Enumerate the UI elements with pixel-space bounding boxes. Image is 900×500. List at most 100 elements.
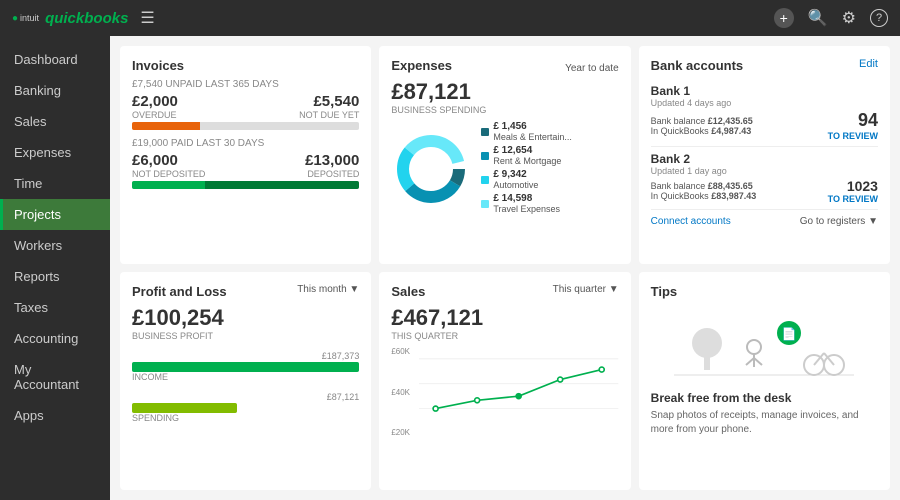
sales-amount: £467,121 (391, 305, 618, 331)
deposited-amount: £13,000 (305, 152, 359, 169)
expenses-label: BUSINESS SPENDING (391, 105, 618, 115)
bank1-review-label: TO REVIEW (828, 131, 878, 141)
not-deposited-section: £6,000 NOT DEPOSITED (132, 152, 205, 179)
tips-svg: 📄 (674, 305, 854, 385)
legend-dot-2 (481, 176, 489, 184)
not-due-bar (200, 122, 359, 130)
bank1-balance-val: £12,435.65 (708, 116, 753, 126)
expenses-title: Expenses (391, 58, 452, 73)
bank2-name: Bank 2 (651, 152, 878, 166)
sidebar-item-apps[interactable]: Apps (0, 400, 110, 431)
bank-accounts-card: Bank accounts Edit Bank 1 Updated 4 days… (639, 46, 890, 264)
pnl-header: Profit and Loss This month ▼ (132, 284, 359, 305)
sidebar-item-reports[interactable]: Reports (0, 261, 110, 292)
y-label-60k: £60K (391, 347, 410, 356)
legend-dot-1 (481, 152, 489, 160)
go-to-registers-link[interactable]: Go to registers ▼ (800, 216, 878, 227)
sidebar-item-my-accountant[interactable]: My Accountant (0, 354, 110, 400)
y-label-20k: £20K (391, 428, 410, 437)
sidebar-item-projects[interactable]: Projects (0, 199, 110, 230)
tips-illustration: 📄 (651, 305, 878, 385)
invoices-unpaid-bar (132, 122, 359, 130)
expenses-legend: £ 1,456 Meals & Entertain... £ 12,654 Re… (481, 121, 618, 217)
legend-dot-3 (481, 200, 489, 208)
help-icon[interactable]: ? (870, 9, 888, 27)
sidebar-item-taxes[interactable]: Taxes (0, 292, 110, 323)
connect-accounts-link[interactable]: Connect accounts (651, 216, 731, 227)
not-deposited-bar (132, 181, 205, 189)
menu-icon[interactable]: ☰ (140, 8, 154, 28)
sidebar-item-banking[interactable]: Banking (0, 75, 110, 106)
expenses-period[interactable]: Year to date (565, 63, 619, 74)
expenses-amount: £87,121 (391, 79, 618, 105)
bank2-balance-val: £88,435.65 (708, 181, 753, 191)
tips-heading: Break free from the desk (651, 391, 878, 405)
tips-title: Tips (651, 284, 878, 299)
pnl-amount: £100,254 (132, 305, 359, 331)
bank2-review-label: TO REVIEW (828, 194, 878, 204)
deposited-section: £13,000 DEPOSITED (305, 152, 359, 179)
bank2-review-num: 1023 (847, 178, 878, 194)
bank1-row: Bank balance £12,435.65 In QuickBooks £4… (651, 110, 878, 141)
pnl-period[interactable]: This month ▼ (297, 284, 359, 305)
legend-text-1: £ 12,654 Rent & Mortgage (493, 145, 561, 166)
y-axis-labels: £60K £40K £20K (391, 347, 410, 437)
overdue-section: £2,000 OVERDUE (132, 93, 178, 120)
bank2-item: Bank 2 Updated 1 day ago Bank balance £8… (651, 147, 878, 210)
legend-item-3: £ 14,598 Travel Expenses (481, 193, 618, 214)
sidebar-item-accounting[interactable]: Accounting (0, 323, 110, 354)
bank1-balances: Bank balance £12,435.65 In QuickBooks £4… (651, 116, 753, 136)
legend-item-2: £ 9,342 Automotive (481, 169, 618, 190)
invoices-paid-row: £6,000 NOT DEPOSITED £13,000 DEPOSITED (132, 152, 359, 179)
pnl-spending-label: £87,121 (132, 392, 359, 402)
search-icon[interactable]: 🔍 (808, 8, 828, 28)
sidebar: Dashboard Banking Sales Expenses Time Pr… (0, 36, 110, 500)
invoices-paid-label: £19,000 PAID LAST 30 DAYS (132, 138, 359, 149)
overdue-amount: £2,000 (132, 93, 178, 110)
donut-chart (391, 129, 471, 209)
sidebar-item-expenses[interactable]: Expenses (0, 137, 110, 168)
deposited-label: DEPOSITED (305, 169, 359, 179)
top-navigation: ● intuit quickbooks ☰ + 🔍 ⚙ ? (0, 0, 900, 36)
bank1-balance-label: Bank balance (651, 116, 706, 126)
sidebar-item-time[interactable]: Time (0, 168, 110, 199)
legend-item-1: £ 12,654 Rent & Mortgage (481, 145, 618, 166)
bank1-updated: Updated 4 days ago (651, 98, 878, 108)
nav-left: ● intuit quickbooks ☰ (12, 8, 155, 28)
legend-text-3: £ 14,598 Travel Expenses (493, 193, 560, 214)
invoices-unpaid-label: £7,540 UNPAID LAST 365 DAYS (132, 79, 359, 90)
sales-title: Sales (391, 284, 425, 299)
sales-line-chart (419, 347, 618, 437)
sales-chart: £60K £40K £20K (391, 347, 618, 437)
bank2-row: Bank balance £88,435.65 In QuickBooks £8… (651, 178, 878, 204)
settings-icon[interactable]: ⚙ (842, 8, 856, 28)
legend-item-0: £ 1,456 Meals & Entertain... (481, 121, 618, 142)
bank1-review: 94 TO REVIEW (828, 110, 878, 141)
not-due-section: £5,540 NOT DUE YET (299, 93, 359, 120)
bank2-qb-label: In QuickBooks (651, 191, 709, 201)
add-icon[interactable]: + (774, 8, 794, 28)
bank-edit-link[interactable]: Edit (859, 58, 878, 79)
deposited-bar (205, 181, 360, 189)
pnl-label: BUSINESS PROFIT (132, 331, 359, 341)
bank-title: Bank accounts (651, 58, 743, 73)
bank1-item: Bank 1 Updated 4 days ago Bank balance £… (651, 79, 878, 147)
invoices-title: Invoices (132, 58, 359, 73)
bank-footer: Connect accounts Go to registers ▼ (651, 216, 878, 227)
logo[interactable]: ● intuit quickbooks (12, 10, 128, 27)
expenses-donut (391, 129, 471, 209)
tips-text: Snap photos of receipts, manage invoices… (651, 409, 878, 437)
dashboard-content: Invoices £7,540 UNPAID LAST 365 DAYS £2,… (110, 36, 900, 500)
nav-right: + 🔍 ⚙ ? (774, 8, 888, 28)
pnl-spending-text: SPENDING (132, 413, 359, 423)
bank1-review-num: 94 (858, 110, 878, 131)
sidebar-item-sales[interactable]: Sales (0, 106, 110, 137)
expenses-content: £ 1,456 Meals & Entertain... £ 12,654 Re… (391, 121, 618, 217)
sales-period[interactable]: This quarter ▼ (553, 284, 619, 305)
sales-card: Sales This quarter ▼ £467,121 THIS QUART… (379, 272, 630, 490)
sidebar-item-dashboard[interactable]: Dashboard (0, 44, 110, 75)
bank2-review: 1023 TO REVIEW (828, 178, 878, 204)
overdue-bar (132, 122, 200, 130)
sidebar-item-workers[interactable]: Workers (0, 230, 110, 261)
sales-label: THIS QUARTER (391, 331, 618, 341)
